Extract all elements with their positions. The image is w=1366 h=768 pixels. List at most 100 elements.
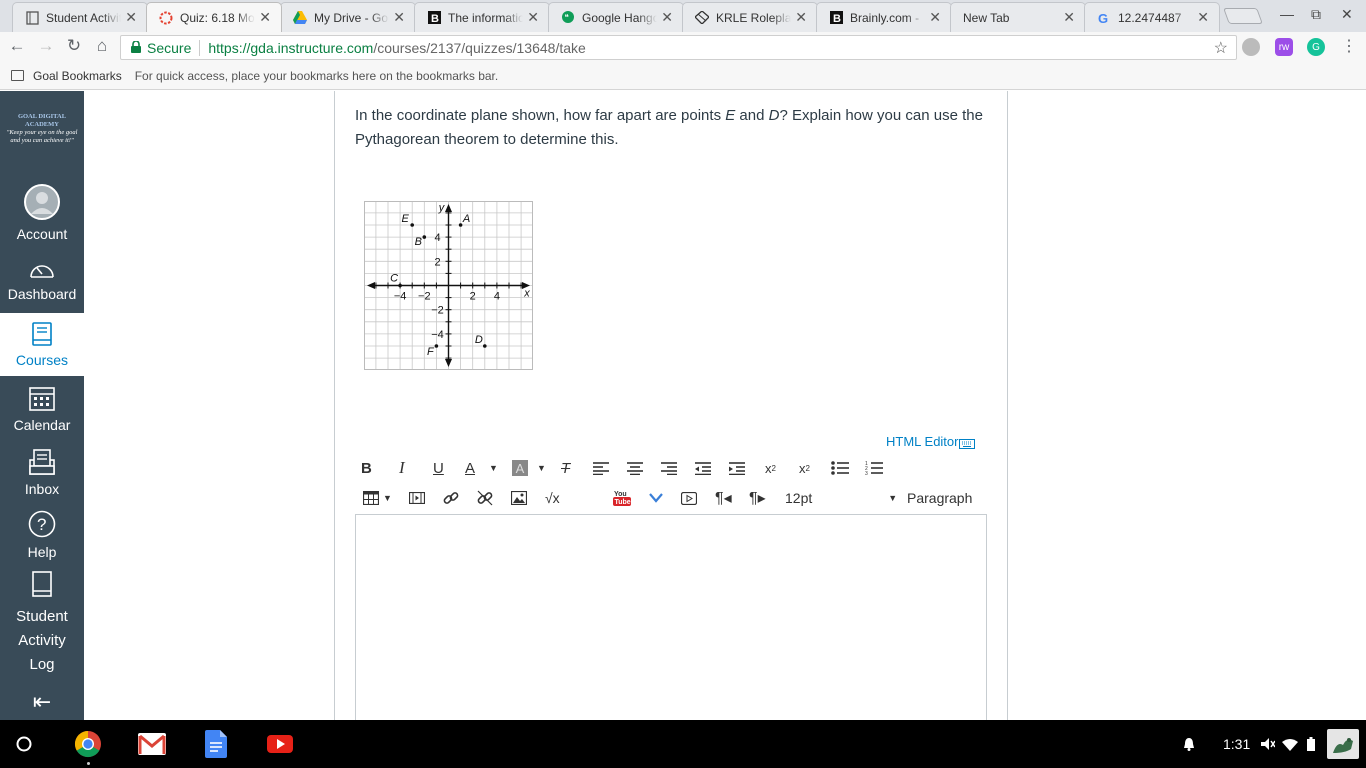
underline-icon[interactable]: U <box>433 456 444 480</box>
url-path: /courses/2137/quizzes/13648/take <box>373 39 586 56</box>
browser-tab-brainly-information[interactable]: B The information ✕ <box>414 2 550 32</box>
chevron-down-icon[interactable]: ▼ <box>383 486 392 510</box>
browser-tab-hangouts[interactable]: ❝ Google Hangouts ✕ <box>548 2 684 32</box>
question-text-part: In the coordinate plane shown, how far a… <box>355 107 726 124</box>
bullet-list-icon[interactable] <box>831 456 849 480</box>
home-icon[interactable]: ⌂ <box>91 36 113 56</box>
record-media-icon[interactable] <box>681 486 697 510</box>
point-label-C: C <box>390 273 398 285</box>
google-docs-icon[interactable] <box>205 730 227 758</box>
browser-tab-google-search[interactable]: G 12.2474487 ✕ <box>1084 2 1220 32</box>
close-tab-icon[interactable]: ✕ <box>795 9 807 26</box>
back-arrow-icon[interactable]: ← <box>6 36 28 56</box>
gmail-icon[interactable] <box>138 733 166 755</box>
align-center-icon[interactable] <box>627 456 643 480</box>
bookmarks-folder[interactable]: Goal Bookmarks <box>33 69 122 83</box>
x-tick-label: 2 <box>470 291 476 303</box>
youtube-icon[interactable]: You Tube <box>613 486 631 510</box>
block-format-select[interactable]: Paragraph <box>907 486 972 510</box>
numbered-list-icon[interactable]: 123 <box>865 456 883 480</box>
launcher-icon[interactable] <box>16 736 32 757</box>
close-tab-icon[interactable]: ✕ <box>661 9 673 26</box>
answer-editor[interactable] <box>355 514 987 734</box>
text-color-icon[interactable]: A <box>465 456 475 480</box>
logo-line: and you can achieve it!" <box>10 137 74 144</box>
address-bar[interactable]: Secure https://gda.instructure.com/cours… <box>120 35 1237 60</box>
align-left-icon[interactable] <box>593 456 609 480</box>
muted-speaker-icon[interactable] <box>1261 737 1276 756</box>
chevron-down-icon[interactable]: ▼ <box>489 456 498 480</box>
subscript-icon[interactable]: x2 <box>799 456 810 480</box>
vimeo-chevron-icon[interactable] <box>649 486 663 510</box>
tab-title: Brainly.com - <box>850 10 920 25</box>
nav-item-inbox[interactable]: Inbox <box>0 449 84 499</box>
nav-item-help[interactable]: ? Help <box>0 510 84 560</box>
user-avatar[interactable] <box>1327 729 1359 759</box>
clear-formatting-icon[interactable]: T <box>561 456 570 480</box>
chrome-menu-icon[interactable]: ⋮ <box>1338 36 1360 56</box>
close-tab-icon[interactable]: ✕ <box>259 9 271 26</box>
dashboard-icon <box>0 260 84 283</box>
chevron-down-icon[interactable]: ▼ <box>537 456 546 480</box>
superscript-icon[interactable]: x2 <box>765 456 776 480</box>
school-logo[interactable]: GOAL DIGITAL ACADEMY "Keep your eye on t… <box>4 113 80 145</box>
minimize-window-icon[interactable]: — <box>1280 6 1294 22</box>
close-tab-icon[interactable]: ✕ <box>929 9 941 26</box>
courses-icon <box>0 322 84 349</box>
close-tab-icon[interactable]: ✕ <box>125 9 137 26</box>
image-icon[interactable] <box>511 486 527 510</box>
close-tab-icon[interactable]: ✕ <box>1063 9 1075 26</box>
rewordify-extension-icon[interactable]: rw <box>1275 38 1293 56</box>
system-clock[interactable]: 1:31 <box>1223 736 1250 752</box>
reload-icon[interactable]: ↻ <box>63 36 85 56</box>
new-tab-button[interactable] <box>1223 8 1263 24</box>
editor-toolbar-row-2: ▼ √x You Tube ¶◂ ¶▸ 12pt ▼ Paragraph <box>355 486 995 510</box>
math-equation-icon[interactable]: √x <box>545 486 560 510</box>
close-tab-icon[interactable]: ✕ <box>393 9 405 26</box>
indent-icon[interactable] <box>729 456 745 480</box>
bold-icon[interactable]: B <box>361 456 372 480</box>
bookmark-star-icon[interactable]: ☆ <box>1214 38 1228 58</box>
close-tab-icon[interactable]: ✕ <box>1197 9 1209 26</box>
tab-title: Student Activity <box>46 10 122 25</box>
nav-item-label: Account <box>16 226 68 242</box>
outdent-icon[interactable] <box>695 456 711 480</box>
unlink-icon[interactable] <box>477 486 493 510</box>
browser-tab-krle[interactable]: KRLE Roleplay ✕ <box>682 2 818 32</box>
link-icon[interactable] <box>443 486 459 510</box>
nav-item-student-activity-log[interactable]: Student Activity Log <box>0 571 84 673</box>
browser-tab-brainly[interactable]: B Brainly.com - ✕ <box>816 2 952 32</box>
browser-tab-quiz[interactable]: Quiz: 6.18 Module ✕ <box>146 2 282 32</box>
secure-label: Secure <box>147 39 192 56</box>
collapse-nav-icon[interactable]: ⇤ <box>0 689 84 714</box>
media-embed-icon[interactable] <box>409 486 425 510</box>
nav-item-account[interactable]: Account <box>0 184 84 242</box>
background-color-icon[interactable]: A <box>512 460 528 476</box>
close-tab-icon[interactable]: ✕ <box>527 9 539 26</box>
forward-arrow-icon[interactable]: → <box>35 36 57 56</box>
google-drive-icon <box>293 11 307 25</box>
battery-icon[interactable] <box>1307 737 1315 756</box>
font-size-select[interactable]: 12pt ▼ <box>785 486 897 510</box>
close-window-icon[interactable]: ✕ <box>1341 6 1353 23</box>
ltr-direction-icon[interactable]: ¶◂ <box>715 486 732 510</box>
browser-tab-google-drive[interactable]: My Drive - Google ✕ <box>280 2 416 32</box>
browser-tab-new-tab[interactable]: New Tab ✕ <box>950 2 1086 32</box>
maximize-window-icon[interactable]: ⧉ <box>1311 6 1321 23</box>
align-right-icon[interactable] <box>661 456 677 480</box>
chrome-icon[interactable] <box>74 730 102 758</box>
nav-item-calendar[interactable]: Calendar <box>0 385 84 435</box>
wifi-icon[interactable] <box>1282 738 1298 756</box>
youtube-icon[interactable] <box>267 735 293 753</box>
y-axis-arrow <box>445 204 452 212</box>
notification-bell-icon[interactable] <box>1183 737 1195 756</box>
nav-item-dashboard[interactable]: Dashboard <box>0 260 84 310</box>
table-icon[interactable] <box>363 486 379 510</box>
italic-icon[interactable]: I <box>399 456 405 480</box>
grammarly-icon[interactable]: G <box>1307 38 1325 56</box>
nav-item-courses[interactable]: Courses <box>0 313 84 376</box>
extension-icon[interactable] <box>1242 38 1260 56</box>
rtl-direction-icon[interactable]: ¶▸ <box>749 486 766 510</box>
html-editor-link[interactable]: HTML Editor <box>886 431 976 452</box>
browser-tab-student-activity[interactable]: Student Activity ✕ <box>12 2 148 32</box>
